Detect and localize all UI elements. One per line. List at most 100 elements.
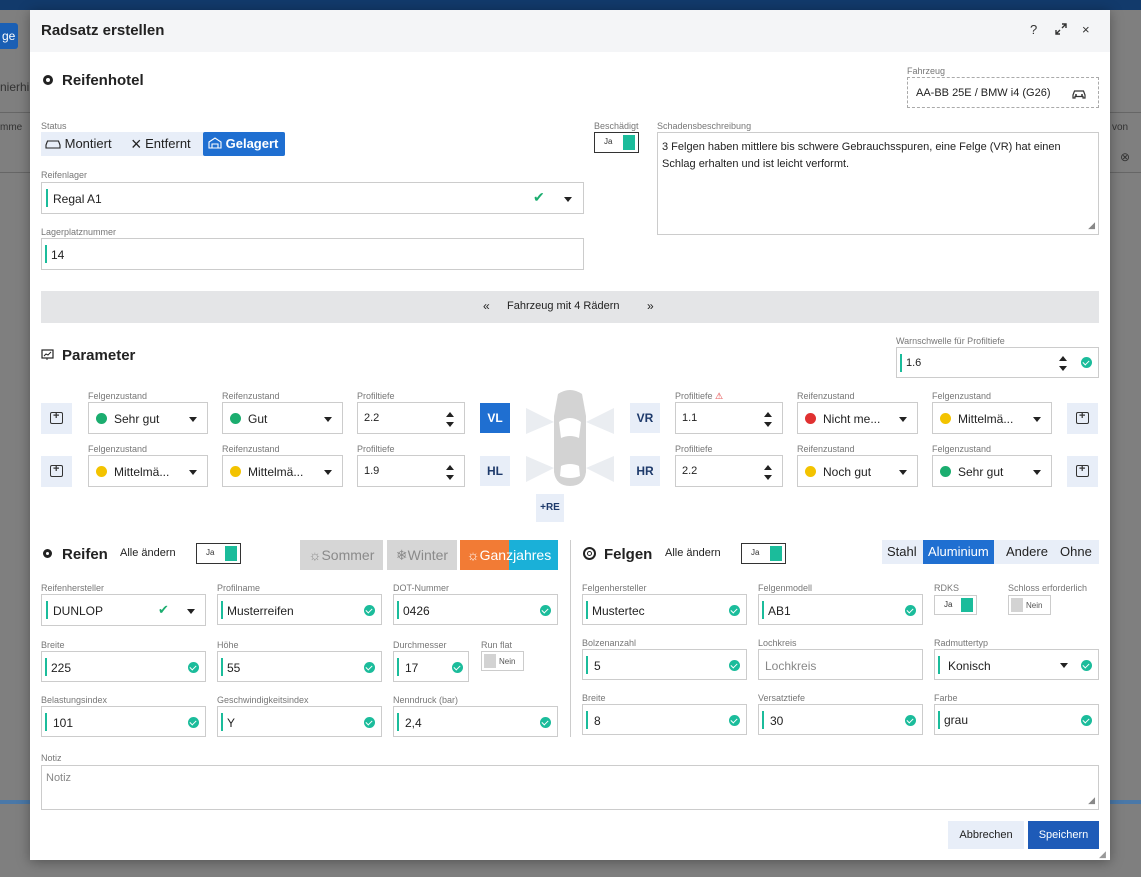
resize-handle-icon[interactable]: ◢ xyxy=(1088,795,1095,806)
season-allyear-button[interactable]: ☼Ganzjahres xyxy=(460,540,558,570)
wheel-position-hr[interactable]: HR xyxy=(630,456,660,486)
nut-type-select[interactable]: Konisch xyxy=(934,649,1099,680)
add-note-button-hr[interactable] xyxy=(1067,456,1098,487)
material-option-other[interactable]: Andere xyxy=(1001,540,1053,564)
wheel-position-vl[interactable]: VL xyxy=(480,403,510,433)
increment-icon[interactable] xyxy=(446,412,454,417)
close-icon[interactable]: × xyxy=(1082,22,1090,37)
cancel-button[interactable]: Abbrechen xyxy=(948,821,1024,849)
tire-condition-select-vl[interactable]: Gut xyxy=(222,402,343,434)
tread-depth-input-hr[interactable]: 2.2 xyxy=(675,455,783,487)
damaged-label: Beschädigt xyxy=(594,121,639,131)
check-icon: ✔ xyxy=(158,602,169,617)
rims-all-change-toggle[interactable]: Ja xyxy=(741,543,786,564)
pressure-input[interactable]: 2,4 xyxy=(393,706,558,737)
note-textarea[interactable]: Notiz ◢ xyxy=(41,765,1099,810)
decrement-icon[interactable] xyxy=(446,422,454,427)
add-note-button-vl[interactable] xyxy=(41,403,72,434)
rim-model-input[interactable]: AB1 xyxy=(758,594,923,625)
rim-condition-select-hr[interactable]: Sehr gut xyxy=(932,455,1052,487)
profile-name-input[interactable]: Musterreifen xyxy=(217,594,382,625)
resize-handle-icon[interactable]: ◢ xyxy=(1088,220,1095,231)
status-option-mounted[interactable]: Montiert xyxy=(41,132,118,156)
status-option-removed[interactable]: × Entfernt xyxy=(125,132,197,156)
season-summer-button[interactable]: ☼Sommer xyxy=(300,540,383,570)
car-top-view-icon xyxy=(524,388,616,491)
dot-input[interactable]: 0426 xyxy=(393,594,558,625)
runflat-toggle[interactable]: Nein xyxy=(481,651,524,671)
tread-depth-input-vr[interactable]: 1.1 xyxy=(675,402,783,434)
increment-icon[interactable] xyxy=(446,465,454,470)
tread-depth-input-vl[interactable]: 2.2 xyxy=(357,402,465,434)
slot-input[interactable]: 14 xyxy=(41,238,584,270)
damaged-toggle[interactable]: Ja xyxy=(594,132,639,153)
diameter-input[interactable]: 17 xyxy=(393,651,469,682)
tire-width-input[interactable]: 225 xyxy=(41,651,206,682)
tires-all-change-toggle[interactable]: Ja xyxy=(196,543,241,564)
wheel-position-vr[interactable]: VR xyxy=(630,403,660,433)
damage-description-textarea[interactable]: 3 Felgen haben mittlere bis schwere Gebr… xyxy=(657,132,1099,235)
toggle-knob xyxy=(961,598,973,612)
wheel-position-hl[interactable]: HL xyxy=(480,456,510,486)
rim-condition-select-vl[interactable]: Sehr gut xyxy=(88,402,208,434)
increment-icon[interactable] xyxy=(764,465,772,470)
bolt-count-input[interactable]: 5 xyxy=(582,649,747,680)
tire-height-input[interactable]: 55 xyxy=(217,651,382,682)
decrement-icon[interactable] xyxy=(1059,366,1067,371)
add-note-button-hl[interactable] xyxy=(41,456,72,487)
chevron-right-icon[interactable]: » xyxy=(647,299,654,313)
help-icon[interactable]: ? xyxy=(1030,22,1037,37)
check-icon xyxy=(1081,660,1092,671)
chevron-left-icon[interactable]: « xyxy=(483,299,490,313)
background-clear-icon[interactable]: ⊗ xyxy=(1120,150,1130,164)
load-index-input[interactable]: 101 xyxy=(41,706,206,737)
increment-icon[interactable] xyxy=(764,412,772,417)
status-option-label: Montiert xyxy=(64,136,112,151)
tire-condition-select-hl[interactable]: Mittelmä... xyxy=(222,455,343,487)
rdks-toggle[interactable]: Ja xyxy=(934,595,977,615)
pcd-input[interactable]: Lochkreis xyxy=(758,649,923,680)
decrement-icon[interactable] xyxy=(764,422,772,427)
rim-condition-select-vr[interactable]: Mittelmä... xyxy=(932,402,1052,434)
speed-index-input[interactable]: Y xyxy=(217,706,382,737)
color-input[interactable]: grau xyxy=(934,704,1099,735)
status-option-stored[interactable]: Gelagert xyxy=(203,132,285,156)
car-icon[interactable] xyxy=(1071,85,1087,104)
field-indicator xyxy=(45,713,47,731)
add-note-button-vr[interactable] xyxy=(1067,403,1098,434)
season-winter-button[interactable]: ❄Winter xyxy=(387,540,457,570)
save-button[interactable]: Speichern xyxy=(1028,821,1099,849)
tire-manufacturer-select[interactable]: DUNLOP ✔ xyxy=(41,594,206,626)
dialog-resize-handle-icon[interactable]: ◢ xyxy=(1099,849,1106,860)
background-button[interactable]: ge xyxy=(0,23,18,49)
storage-select[interactable]: Regal A1 ✔ xyxy=(41,182,584,214)
warn-threshold-label: Warnschwelle für Profiltiefe xyxy=(896,336,1005,346)
warn-threshold-input[interactable]: 1.6 xyxy=(896,347,1099,378)
rim-condition-select-hl[interactable]: Mittelmä... xyxy=(88,455,208,487)
toggle-text: Ja xyxy=(751,548,760,557)
expand-icon[interactable] xyxy=(1055,23,1067,38)
chevron-down-icon[interactable] xyxy=(1060,663,1068,668)
chevron-down-icon[interactable] xyxy=(564,197,572,202)
rim-condition-value: Mittelmä... xyxy=(114,465,170,479)
material-option-none[interactable]: Ohne xyxy=(1055,540,1097,564)
material-option-aluminium[interactable]: Aluminium xyxy=(923,540,994,564)
offset-input[interactable]: 30 xyxy=(758,704,923,735)
decrement-icon[interactable] xyxy=(446,475,454,480)
speed-index-label: Geschwindigkeitsindex xyxy=(217,695,309,705)
tire-condition-select-vr[interactable]: Nicht me... xyxy=(797,402,918,434)
rim-manufacturer-input[interactable]: Mustertec xyxy=(582,594,747,625)
wheels-banner[interactable]: « Fahrzeug mit 4 Rädern » xyxy=(41,291,1099,323)
rim-width-input[interactable]: 8 xyxy=(582,704,747,735)
increment-icon[interactable] xyxy=(1059,356,1067,361)
material-option-steel[interactable]: Stahl xyxy=(882,540,922,564)
tread-depth-input-hl[interactable]: 1.9 xyxy=(357,455,465,487)
decrement-icon[interactable] xyxy=(764,475,772,480)
tire-condition-select-hr[interactable]: Noch gut xyxy=(797,455,918,487)
vehicle-field[interactable]: AA-BB 25E / BMW i4 (G26) xyxy=(907,77,1099,108)
add-spare-wheel-button[interactable]: +RE xyxy=(536,494,564,522)
lock-required-toggle[interactable]: Nein xyxy=(1008,595,1051,615)
toggle-text: Ja xyxy=(206,548,215,557)
diameter-value: 17 xyxy=(405,661,419,675)
chevron-down-icon[interactable] xyxy=(187,609,195,614)
